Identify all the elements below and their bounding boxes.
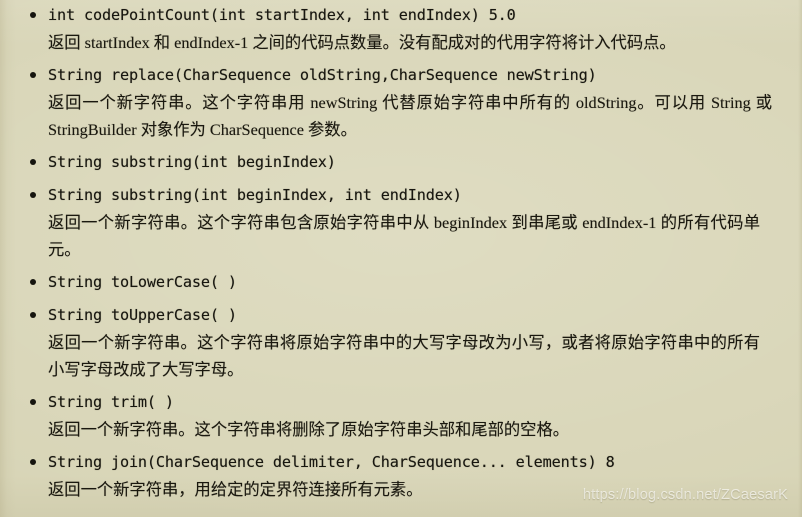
list-item: String trim( ) 返回一个新字符串。这个字符串将删除了原始字符串头部…: [0, 389, 802, 443]
list-item: int codePointCount(int startIndex, int e…: [0, 2, 802, 56]
bullet-icon: [30, 399, 36, 405]
bullet-icon: [30, 312, 36, 318]
bullet-icon: [30, 72, 36, 78]
bullet-icon: [30, 12, 36, 18]
scanned-book-page: int codePointCount(int startIndex, int e…: [0, 0, 802, 517]
method-description: 返回 startIndex 和 endIndex-1 之间的代码点数量。没有配成…: [48, 33, 676, 52]
method-signature: String replace(CharSequence oldString,Ch…: [48, 66, 597, 84]
list-item: String toUpperCase( ) 返回一个新字符串。这个字符串将原始字…: [0, 302, 802, 383]
list-item: String substring(int beginIndex): [0, 149, 802, 176]
list-item: String toLowerCase( ): [0, 269, 802, 296]
list-item: String replace(CharSequence oldString,Ch…: [0, 62, 802, 143]
method-signature: String join(CharSequence delimiter, Char…: [48, 453, 615, 471]
method-description: 返回一个新字符串。这个字符串包含原始字符串中从 beginIndex 到串尾或 …: [48, 213, 760, 259]
bullet-icon: [30, 159, 36, 165]
method-signature: String substring(int beginIndex): [48, 153, 336, 171]
method-signature: String toLowerCase( ): [48, 273, 237, 291]
method-signature: String toUpperCase( ): [48, 306, 237, 324]
list-item: String substring(int beginIndex, int end…: [0, 182, 802, 263]
watermark-url: https://blog.csdn.net/ZCaesarK: [582, 487, 788, 503]
method-description: 返回一个新字符串。这个字符串将原始字符串中的大写字母改为小写，或者将原始字符串中…: [48, 333, 760, 379]
method-signature: int codePointCount(int startIndex, int e…: [48, 6, 516, 24]
api-method-list: int codePointCount(int startIndex, int e…: [0, 2, 802, 503]
bullet-icon: [30, 192, 36, 198]
method-signature: String trim( ): [48, 393, 174, 411]
method-signature: String substring(int beginIndex, int end…: [48, 186, 462, 204]
bullet-icon: [30, 459, 36, 465]
method-description: 返回一个新字符串。这个字符串用 newString 代替原始字符串中所有的 ol…: [48, 93, 772, 139]
method-description: 返回一个新字符串。这个字符串将删除了原始字符串头部和尾部的空格。: [48, 420, 570, 439]
bullet-icon: [30, 279, 36, 285]
